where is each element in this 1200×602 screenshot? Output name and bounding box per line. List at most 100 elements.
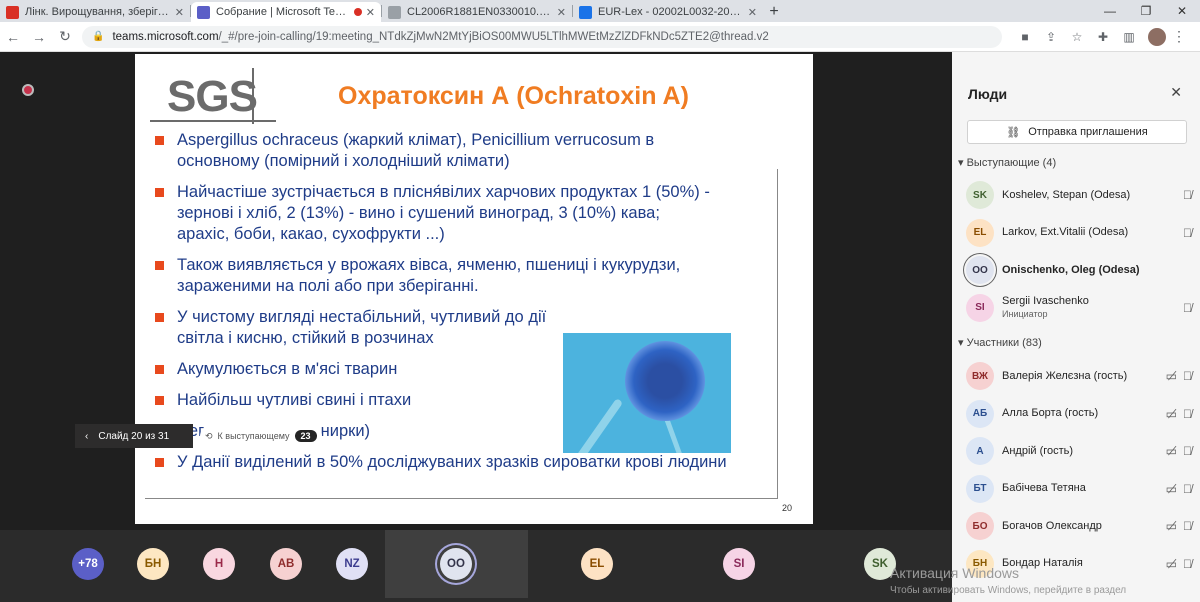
attendee-row[interactable]: БТ Бабічева Тетяна ▭̸ 🎙̸ <box>966 474 1192 504</box>
close-panel-icon[interactable]: ✕ <box>1170 84 1182 101</box>
to-presenter-label: К выступающему <box>217 431 290 441</box>
reload-icon[interactable]: ↻ <box>52 28 78 45</box>
menu-dots-icon[interactable]: ⋮ <box>1166 28 1192 45</box>
attendees-header[interactable]: ▾ Участники (83) <box>958 336 1042 349</box>
camera-off-icon: ▭̸ <box>1165 406 1177 421</box>
presenter-count-badge: 23 <box>294 430 317 442</box>
sidepanel-icon[interactable]: ▥ <box>1116 30 1142 44</box>
shared-slide: SGS Охратоксин А (Ochratoxin A) Aspergil… <box>135 54 813 524</box>
mold-stem-secondary <box>664 418 687 453</box>
send-invite-button[interactable]: ⛓ Отправка приглашения <box>967 120 1187 144</box>
maximize-icon[interactable]: ❐ <box>1128 0 1164 22</box>
lock-icon: 🔒 <box>92 31 105 42</box>
slide-bullet: Найбільш чутливі свині і птахи <box>155 390 550 411</box>
presenter-row[interactable]: SK Koshelev, Stepan (Odesa) 🎙̸ <box>966 180 1192 210</box>
mold-conidial-head <box>625 341 705 421</box>
participant-avatar[interactable]: NZ <box>336 548 368 580</box>
recording-indicator-icon <box>22 84 34 96</box>
presenters-header[interactable]: ▾ Выступающие (4) <box>958 156 1056 169</box>
minimize-icon[interactable]: — <box>1092 0 1128 22</box>
collapse-chevron-icon: ▾ <box>958 337 967 349</box>
tab-title: EUR-Lex - 02002L0032-2019112 <box>598 6 744 18</box>
attendee-row[interactable]: ВЖ Валерія Желєзна (гость) ▭̸ 🎙̸ <box>966 361 1192 391</box>
mic-off-icon: 🎙̸ <box>1183 300 1192 315</box>
tab-close-icon[interactable]: ✕ <box>748 6 757 19</box>
url-input[interactable]: 🔒 teams.microsoft.com /_#/pre-join-calli… <box>82 25 1002 48</box>
tab-close-icon[interactable]: ✕ <box>175 6 184 19</box>
attendee-row[interactable]: БО Богачов Олександр ▭̸ 🎙̸ <box>966 511 1192 541</box>
person-avatar: OO <box>966 256 994 284</box>
windows-activation-text: Чтобы активировать Windows, перейдите в … <box>890 585 1127 596</box>
slide-horizontal-rule <box>145 498 778 499</box>
camera-off-icon: ▭̸ <box>1165 519 1177 533</box>
participant-avatar[interactable]: БН <box>137 548 169 580</box>
close-window-icon[interactable]: ✕ <box>1164 0 1200 22</box>
person-avatar: АБ <box>966 399 994 428</box>
browser-tab[interactable]: Лінк. Вирощування, зберігання ✕ <box>0 2 190 22</box>
slide-bullet: Також виявляється у врожаях вівса, ячмен… <box>155 255 715 297</box>
bullet-square-icon <box>155 188 164 197</box>
slide-bullet: Найчастіше зустрічається в плісня́вілих … <box>155 182 715 245</box>
presenter-row[interactable]: SI Sergii Ivaschenko Инициатор 🎙̸ <box>966 293 1192 323</box>
browser-tab[interactable]: CL2006R1881EN0330010.0001.3 ✕ <box>382 2 572 22</box>
attendee-row[interactable]: А Андрій (гость) ▭̸ 🎙̸ <box>966 436 1192 466</box>
person-name: Sergii Ivaschenko Инициатор <box>1002 294 1089 319</box>
person-name: Бондар Наталія <box>1002 557 1083 569</box>
slide-page-number: 20 <box>782 503 793 513</box>
sync-icon: ⟲ <box>205 430 213 441</box>
slide-bullet: У Данії виділений в 50% досліджуваних зр… <box>155 452 795 473</box>
person-name: Андрій (гость) <box>1002 444 1074 457</box>
tab-close-icon[interactable]: ✕ <box>557 6 566 19</box>
person-avatar: БО <box>966 512 994 540</box>
back-icon[interactable]: ← <box>0 29 26 45</box>
browser-tab[interactable]: Собрание | Microsoft Teams ✕ <box>191 2 381 22</box>
bullet-square-icon <box>155 365 164 374</box>
tab-favicon-icon <box>197 5 210 19</box>
panel-title: Люди <box>968 86 1008 102</box>
person-name: Бабічева Тетяна <box>1002 482 1086 494</box>
person-avatar: SK <box>966 181 994 209</box>
bullet-square-icon <box>155 313 164 322</box>
profile-avatar[interactable] <box>1148 27 1166 46</box>
tab-title: Лінк. Вирощування, зберігання <box>25 6 171 18</box>
browser-tab[interactable]: EUR-Lex - 02002L0032-2019112 ✕ <box>573 2 763 22</box>
person-name: Алла Борта (гость) <box>1002 407 1099 419</box>
attendee-row[interactable]: АБ Алла Борта (гость) ▭̸ 🎙̸ <box>966 399 1192 429</box>
slide-vertical-rule <box>777 169 778 499</box>
mic-off-icon: 🎙̸ <box>1183 406 1192 421</box>
camera-off-icon: ▭̸ <box>1165 444 1177 458</box>
person-avatar: БТ <box>966 474 994 503</box>
presenter-row[interactable]: EL Larkov, Ext.Vitalii (Odesa) 🎙̸ <box>966 218 1192 248</box>
prev-slide-icon[interactable]: ‹ <box>85 431 88 442</box>
sgs-logo: SGS <box>167 72 258 121</box>
participant-avatar[interactable]: +78 <box>72 548 104 580</box>
participant-avatar[interactable]: Н <box>203 548 235 580</box>
slide-navigation: ‹ Слайд 20 из 31 <box>75 424 193 448</box>
bullet-square-icon <box>155 396 164 405</box>
new-tab-button[interactable]: + <box>763 2 785 22</box>
slide-bullet: У чистому вигляді нестабільний, чутливий… <box>155 307 550 349</box>
participant-avatar[interactable]: SI <box>723 548 755 580</box>
to-presenter-button[interactable]: ⟲ К выступающему 23 <box>200 426 322 446</box>
bookmark-star-icon[interactable]: ☆ <box>1064 30 1090 44</box>
participant-avatar[interactable]: EL <box>581 548 613 580</box>
camera-icon[interactable]: ■ <box>1012 30 1038 44</box>
mic-off-icon: 🎙̸ <box>1183 519 1192 533</box>
forward-icon[interactable]: → <box>26 29 52 45</box>
participant-avatar[interactable]: АВ <box>270 548 302 580</box>
tab-title: Собрание | Microsoft Teams <box>216 6 350 18</box>
mold-image <box>563 333 731 453</box>
logo-underline <box>150 120 276 122</box>
person-name: Валерія Желєзна (гость) <box>1002 369 1128 382</box>
tab-title: CL2006R1881EN0330010.0001.3 <box>407 6 553 18</box>
extensions-icon[interactable]: ✚ <box>1090 30 1116 44</box>
participant-avatar[interactable]: OO <box>440 548 472 580</box>
presenter-row[interactable]: OO Onischenko, Oleg (Odesa) <box>966 255 1192 285</box>
share-icon[interactable]: ⇪ <box>1038 30 1064 44</box>
tab-close-icon[interactable]: ✕ <box>366 6 375 19</box>
tab-favicon-icon <box>388 5 401 19</box>
slide-bullet: Акумулюється в м'ясі тварин <box>155 359 550 380</box>
participant-strip: +78 БН Н АВ NZ OO EL SI SK <box>0 530 952 602</box>
mic-off-icon: 🎙̸ <box>1183 188 1192 202</box>
bullet-square-icon <box>155 136 164 145</box>
